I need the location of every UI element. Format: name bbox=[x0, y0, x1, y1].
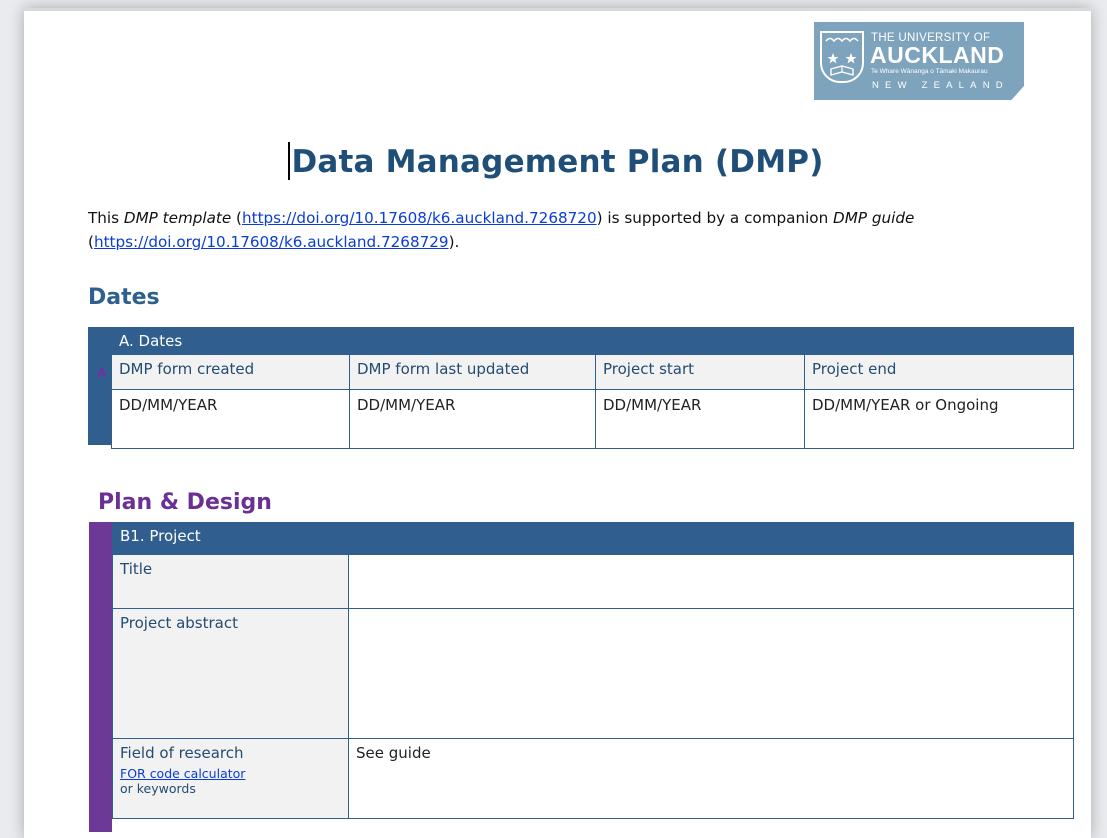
intro-text: ). bbox=[448, 233, 460, 251]
dmp-guide-link[interactable]: https://doi.org/10.17608/k6.auckland.726… bbox=[94, 233, 449, 251]
table-header-row: B1. Project bbox=[111, 522, 1075, 555]
table-row: Title bbox=[112, 554, 1075, 609]
table-row: DD/MM/YEAR DD/MM/YEAR DD/MM/YEAR DD/MM/Y… bbox=[111, 389, 1075, 449]
row-label: Field of research bbox=[120, 744, 244, 762]
intro-paragraph[interactable]: This DMP template (https://doi.org/10.17… bbox=[88, 206, 1053, 254]
dmp-template-link[interactable]: https://doi.org/10.17608/k6.auckland.726… bbox=[242, 209, 597, 227]
logo-text-new-zealand: NEW ZEALAND bbox=[872, 80, 1009, 91]
dates-table-header: A. Dates bbox=[110, 327, 1075, 355]
column-header: Project start bbox=[595, 354, 805, 390]
column-header: DMP form created bbox=[111, 354, 350, 390]
plan-design-heading[interactable]: Plan & Design bbox=[98, 490, 272, 515]
logo-text-auckland: AUCKLAND bbox=[870, 42, 1005, 68]
logo-text-maori: Te Whare Wānanga o Tāmaki Makaurau bbox=[871, 68, 988, 75]
table-row: DMP form created DMP form last updated P… bbox=[111, 354, 1075, 390]
title-value-cell[interactable] bbox=[347, 554, 1075, 609]
for-code-calculator-link[interactable]: FOR code calculator bbox=[120, 766, 341, 781]
dmp-created-cell[interactable]: DD/MM/YEAR bbox=[111, 389, 350, 449]
crest-icon bbox=[820, 31, 864, 83]
field-of-research-value-cell[interactable]: See guide bbox=[347, 738, 1075, 819]
intro-text: ( bbox=[231, 209, 242, 227]
intro-text: ) is supported by a companion bbox=[596, 209, 834, 227]
dates-table: A. Dates DMP form created DMP form last … bbox=[110, 327, 1075, 449]
intro-text: This bbox=[88, 209, 124, 227]
project-table-header: B1. Project bbox=[111, 522, 1075, 555]
page-top-border bbox=[24, 8, 1091, 11]
table-header-row: A. Dates bbox=[110, 327, 1075, 355]
project-start-cell[interactable]: DD/MM/YEAR bbox=[595, 389, 805, 449]
abstract-value-cell[interactable] bbox=[347, 608, 1075, 739]
section-b-band bbox=[89, 522, 112, 832]
intro-dmp-guide: DMP guide bbox=[833, 209, 915, 227]
dmp-updated-cell[interactable]: DD/MM/YEAR bbox=[349, 389, 596, 449]
column-header: Project end bbox=[803, 354, 1075, 390]
dates-heading[interactable]: Dates bbox=[88, 285, 160, 310]
section-a-band bbox=[88, 327, 111, 445]
table-row: Project abstract bbox=[112, 608, 1075, 739]
project-table: B1. Project Title Project abstract Field… bbox=[111, 522, 1075, 819]
intro-dmp-template: DMP template bbox=[123, 209, 232, 227]
column-header: DMP form last updated bbox=[349, 354, 596, 390]
table-row: Field of research FOR code calculator or… bbox=[112, 738, 1075, 819]
section-a-letter: A bbox=[97, 366, 107, 380]
university-logo: THE UNIVERSITY OF AUCKLAND Te Whare Wāna… bbox=[814, 22, 1024, 100]
field-of-research-label-cell: Field of research FOR code calculator or… bbox=[112, 738, 349, 819]
row-label: Project abstract bbox=[112, 608, 349, 739]
project-end-cell[interactable]: DD/MM/YEAR or Ongoing bbox=[803, 389, 1075, 449]
document-page: THE UNIVERSITY OF AUCKLAND Te Whare Wāna… bbox=[24, 8, 1091, 838]
row-label: Title bbox=[112, 554, 349, 609]
document-title[interactable]: Data Management Plan (DMP) bbox=[24, 144, 1091, 180]
keywords-note: or keywords bbox=[120, 781, 196, 796]
